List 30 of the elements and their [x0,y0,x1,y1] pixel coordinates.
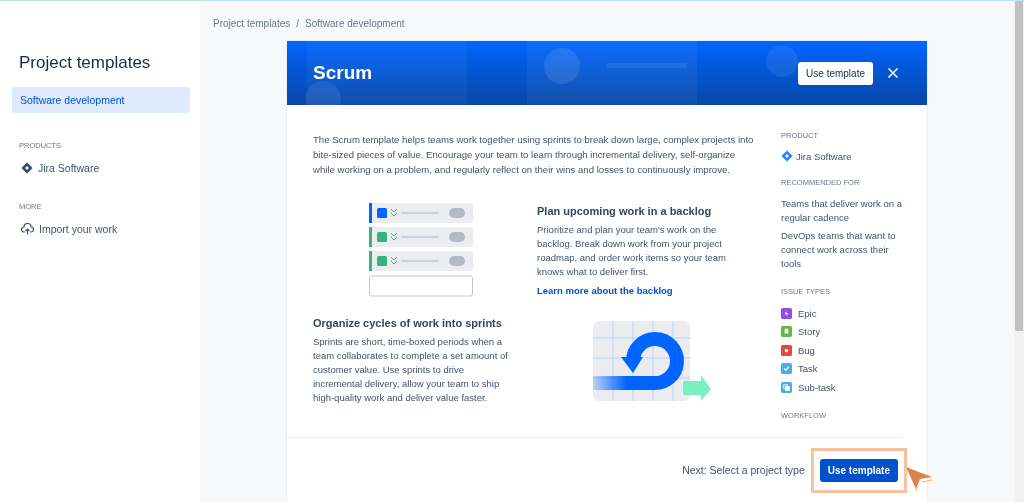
learn-more-link[interactable]: Learn more about the backlog [537,284,737,296]
sidebar-link[interactable]: Import your work [21,223,190,235]
recommendation-text: DevOps teams that want to connect work across their tools [781,229,897,271]
issue-type-label: Sub-task [798,381,836,393]
breadcrumb-separator: / [296,18,300,29]
product-name: Jira Software [781,150,903,162]
issue-type-label: Story [798,326,821,338]
template-description: The Scrum template helps teams work together using sprints to break down large, complex projects into bite-sized pieces of value. Encourage your team to learn through incremental delivery, self-organize while working on a problem, and regularly reflect on their wins and losses to continuously improve. [313,133,755,177]
scrollbar[interactable] [1014,1,1024,502]
feature-description: Sprints are short, time-boxed periods when a team collaborates to complete a set amount of customer value. Use sprints to drive incremental delivery, allow your team to ship high-quality work and deliver value faster. [313,335,509,405]
sidebar-link[interactable]: Jira Software [21,162,190,174]
issue-type-label: Bug [798,344,815,356]
feature-description: Prioritize and plan your team's work on the backlog. Break down work from your project roadmap, and order work items so your team knows what to deliver first. [537,222,728,279]
breadcrumb-link[interactable]: Project templates [213,18,291,29]
sidebar-item[interactable]: Software development [12,87,190,113]
use-template-button[interactable]: Use template [798,61,873,85]
sidebar-title: Project templates [19,53,152,73]
use-template-button[interactable]: Use template [819,458,898,482]
close-icon[interactable] [885,65,901,81]
modal-title: Scrum [313,62,374,84]
feature-title: Organize cycles of work into sprints [313,317,503,329]
recommendation-text: Teams that deliver work on a regular cadence [781,197,903,225]
breadcrumb-link[interactable]: Software development [305,18,405,29]
diamond-icon [21,162,33,174]
feature-title: Plan upcoming work in a backlog [537,204,713,217]
cloud-upload-icon [21,223,34,235]
diamond-icon [781,150,793,162]
issue-type-label: Epic [798,307,817,319]
next-step-text: Next: Select a project type [682,464,805,476]
issue-type-label: Task [798,363,818,375]
